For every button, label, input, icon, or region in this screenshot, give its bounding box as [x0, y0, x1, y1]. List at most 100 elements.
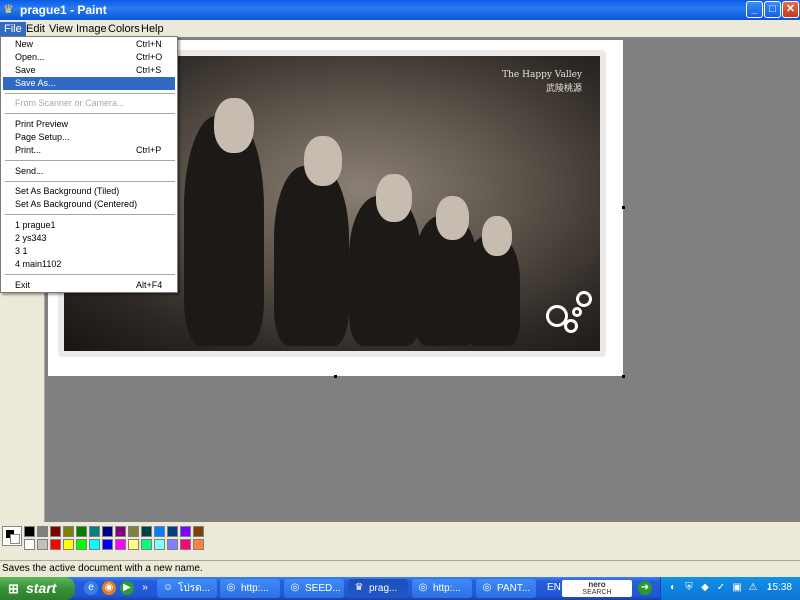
menu-separator: [5, 93, 175, 94]
menu-help[interactable]: Help: [137, 22, 168, 36]
palette-swatch[interactable]: [89, 539, 100, 550]
palette-swatch[interactable]: [76, 526, 87, 537]
menu-item-print-preview[interactable]: Print Preview: [3, 118, 175, 131]
browser-icon: ◎: [290, 582, 300, 593]
palette-swatch[interactable]: [193, 526, 204, 537]
browser-icon: ◎: [418, 582, 428, 593]
menu-item-background-centered[interactable]: Set As Background (Centered): [3, 198, 175, 211]
maximize-button[interactable]: □: [764, 1, 781, 18]
close-button[interactable]: ✕: [782, 1, 799, 18]
tray-wifi-icon[interactable]: ✓: [715, 582, 727, 594]
image-caption-subtitle: 武陵桃源: [545, 84, 582, 94]
menu-item-print[interactable]: Print... Ctrl+P: [3, 144, 175, 157]
menu-item-recent-4[interactable]: 4 main1102: [3, 258, 175, 271]
palette-swatch[interactable]: [141, 539, 152, 550]
menu-item-new[interactable]: New Ctrl+N: [3, 38, 175, 51]
palette-swatch[interactable]: [167, 526, 178, 537]
quick-launch-more-icon[interactable]: »: [138, 581, 152, 595]
menu-bar: File Edit View Image Colors Help: [0, 20, 800, 37]
palette-swatch[interactable]: [128, 526, 139, 537]
menu-item-recent-1[interactable]: 1 prague1: [3, 219, 175, 232]
taskbar-item-browser-2[interactable]: ◎ SEED...: [284, 579, 344, 598]
system-tray: ◐ ⛨ ◆ ✓ ▣ ⚠ ♪ 15:38: [660, 577, 800, 600]
tray-network-icon[interactable]: ◐: [667, 582, 679, 594]
menu-separator: [5, 113, 175, 114]
start-button[interactable]: ⊞ start: [0, 577, 75, 600]
palette-swatch[interactable]: [128, 539, 139, 550]
status-bar: Saves the active document with a new nam…: [0, 560, 800, 577]
paint-app-icon[interactable]: ♛: [3, 3, 16, 16]
taskbar-item-paint[interactable]: ♛ prag...: [348, 579, 408, 598]
palette-swatch[interactable]: [154, 526, 165, 537]
messenger-icon: ☺: [162, 582, 174, 593]
palette-swatch[interactable]: [102, 526, 113, 537]
paint-icon: ♛: [354, 582, 364, 593]
palette-swatch[interactable]: [76, 539, 87, 550]
menu-item-send[interactable]: Send...: [3, 165, 175, 178]
image-caption: The Happy Valley 武陵桃源: [502, 70, 582, 94]
window-title: prague1 - Paint: [20, 3, 107, 17]
nero-search-box[interactable]: nero SEARCH: [562, 580, 632, 597]
canvas-resize-handle-corner[interactable]: [622, 375, 625, 378]
tray-monitor-icon[interactable]: ▣: [731, 582, 743, 594]
palette-swatch[interactable]: [50, 526, 61, 537]
current-colors[interactable]: [2, 526, 22, 546]
palette-swatch[interactable]: [115, 526, 126, 537]
language-indicator[interactable]: EN: [547, 582, 561, 593]
go-arrow-icon[interactable]: ➜: [638, 581, 652, 595]
quick-launch-firefox-icon[interactable]: ◉: [102, 581, 116, 595]
palette-swatch[interactable]: [37, 539, 48, 550]
taskbar-item-browser-1[interactable]: ◎ http:...: [220, 579, 280, 598]
menu-item-page-setup[interactable]: Page Setup...: [3, 131, 175, 144]
canvas-resize-handle-right[interactable]: [622, 206, 625, 209]
palette-swatch[interactable]: [115, 539, 126, 550]
palette-swatch[interactable]: [180, 539, 191, 550]
file-menu-dropdown: New Ctrl+N Open... Ctrl+O Save Ctrl+S Save …: [0, 36, 178, 293]
palette-swatch[interactable]: [24, 526, 35, 537]
quick-launch-media-icon[interactable]: ▶: [120, 581, 134, 595]
menu-item-recent-2[interactable]: 2 ys343: [3, 232, 175, 245]
taskbar-item-messenger[interactable]: ☺ โปรด...: [157, 579, 217, 598]
windows-logo-icon: ⊞: [8, 581, 19, 596]
nero-logo: nero: [588, 580, 606, 589]
palette-swatch[interactable]: [102, 539, 113, 550]
taskbar-item-browser-3[interactable]: ◎ http:...: [412, 579, 472, 598]
palette-swatch[interactable]: [37, 526, 48, 537]
palette-swatch[interactable]: [141, 526, 152, 537]
color-palette: [0, 522, 800, 560]
palette-swatch[interactable]: [24, 539, 35, 550]
palette-swatch[interactable]: [193, 539, 204, 550]
menu-separator: [5, 274, 175, 275]
palette-swatch[interactable]: [63, 526, 74, 537]
palette-swatch[interactable]: [89, 526, 100, 537]
menu-separator: [5, 160, 175, 161]
menu-item-from-scanner: From Scanner or Camera...: [15, 98, 125, 108]
palette-swatch[interactable]: [50, 539, 61, 550]
minimize-button[interactable]: _: [746, 1, 763, 18]
menu-item-background-tiled[interactable]: Set As Background (Tiled): [3, 185, 175, 198]
menu-item-save[interactable]: Save Ctrl+S: [3, 64, 175, 77]
title-bar: ♛ prague1 - Paint _ □ ✕: [0, 0, 800, 20]
palette-swatch[interactable]: [180, 526, 191, 537]
menu-item-exit[interactable]: Exit Alt+F4: [3, 279, 175, 292]
tray-warning-icon[interactable]: ⚠: [747, 582, 759, 594]
quick-launch-ie-icon[interactable]: e: [84, 581, 98, 595]
palette-swatch[interactable]: [154, 539, 165, 550]
menu-separator: [5, 181, 175, 182]
menu-item-recent-3[interactable]: 3 1: [3, 245, 175, 258]
tray-shield-icon[interactable]: ◆: [699, 582, 711, 594]
browser-icon: ◎: [482, 582, 492, 593]
menu-item-save-as[interactable]: Save As...: [3, 77, 175, 90]
palette-swatch[interactable]: [167, 539, 178, 550]
menu-item-open[interactable]: Open... Ctrl+O: [3, 51, 175, 64]
canvas-resize-handle-bottom[interactable]: [334, 375, 337, 378]
palette-swatch[interactable]: [63, 539, 74, 550]
tray-security-icon[interactable]: ⛨: [683, 582, 695, 594]
taskbar-item-browser-4[interactable]: ◎ PANT...: [476, 579, 536, 598]
decorative-circles: [546, 291, 594, 341]
browser-icon: ◎: [226, 582, 236, 593]
status-message: Saves the active document with a new nam…: [2, 563, 203, 574]
taskbar: ⊞ start e ◉ ▶ » ☺ โปรด... ◎ http:... ◎ SEED…: [0, 577, 800, 600]
background-color: [10, 534, 20, 544]
clock[interactable]: 15:38: [767, 582, 792, 593]
